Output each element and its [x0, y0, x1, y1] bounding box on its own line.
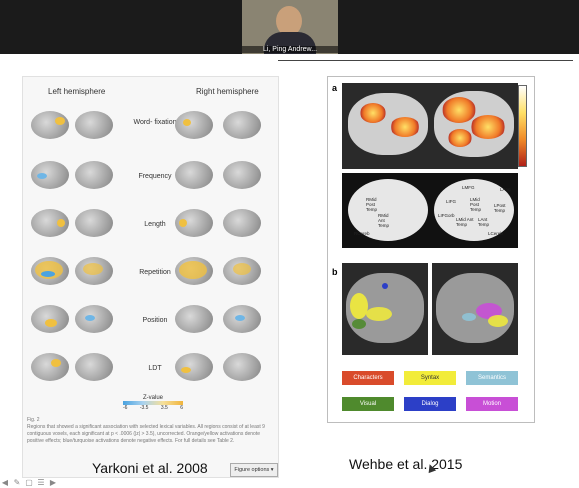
brain-lh-lateral	[31, 209, 69, 237]
figure-caption: Fig. 2 Regions that showed a significant…	[27, 417, 273, 445]
right-hemisphere-title: Right hemisphere	[196, 87, 259, 96]
legend-syntax: Syntax	[404, 371, 456, 385]
visual-activation	[352, 319, 366, 329]
syntax-activation	[366, 307, 392, 321]
menu-icon[interactable]: ☰	[36, 478, 46, 488]
row-label: Frequency	[138, 173, 172, 180]
brain-rh-medial	[223, 111, 261, 139]
zvalue-colorbar: Z-value -6 -3.5 3.5 6	[123, 395, 183, 411]
row-repetition: Repetition	[23, 251, 278, 297]
tick-label: -6	[123, 405, 128, 411]
zvalue-ticks: -6 -3.5 3.5 6	[123, 405, 183, 411]
panel-a-atlas: LMFG LIFG LMid Post Temp LMid Ant Temp L…	[342, 173, 518, 248]
region-label: LCereb	[488, 231, 503, 236]
brain-lh-lateral	[31, 111, 69, 139]
brain-lh-lateral	[31, 353, 69, 381]
yarkoni-figure: Left hemisphere Right hemisphere Word- f…	[22, 76, 279, 478]
row-ldt: LDT	[23, 347, 278, 393]
panel-b-brain-right	[432, 263, 518, 355]
yarkoni-reference: Yarkoni et al. 2008	[92, 460, 208, 476]
panel-b-brain-left	[342, 263, 428, 355]
semantics-activation	[462, 313, 476, 321]
figure-options-button[interactable]: Figure options ▾	[230, 463, 278, 477]
brain-rh-medial	[223, 257, 261, 285]
row-word-fixation: Word- fixation	[23, 105, 278, 151]
row-label: LDT	[148, 365, 162, 372]
participant-name: Li, Ping Andrew...	[242, 46, 338, 53]
region-label: LMFG	[462, 185, 475, 190]
wehbe-figure: a LMFG LIFG LMid Post Temp LMid Ant Temp…	[327, 76, 535, 423]
region-label: LMid Ant Temp	[456, 217, 474, 227]
participant-video-tile[interactable]: Li, Ping Andrew...	[242, 0, 338, 54]
syntax-activation	[488, 315, 508, 327]
brain-lh-medial	[75, 353, 113, 381]
panel-a-heatmap	[342, 83, 518, 169]
row-label: Length	[144, 221, 166, 228]
region-label: LAng	[500, 187, 511, 192]
brain-rh-lateral	[175, 161, 213, 189]
activation-blob	[442, 97, 476, 123]
activation-blob	[470, 115, 506, 139]
row-length: Length	[23, 203, 278, 249]
region-label: LPost Temp	[494, 203, 506, 213]
left-hemisphere-title: Left hemisphere	[48, 87, 106, 96]
brain-rh-medial	[223, 305, 261, 333]
legend-motion: Motion	[466, 397, 518, 411]
tick-label: -3.5	[139, 405, 149, 411]
region-label: RMid Post Temp	[366, 197, 378, 212]
brain-lh-lateral	[31, 305, 69, 333]
brain-rh-medial	[223, 161, 261, 189]
brain-rh-medial	[223, 209, 261, 237]
activation-blob	[390, 117, 420, 137]
brain-rh-lateral	[175, 305, 213, 333]
activation-blob	[360, 103, 386, 123]
dialog-activation	[382, 283, 388, 289]
row-label: Repetition	[139, 269, 171, 276]
legend-dialog: Dialog	[404, 397, 456, 411]
brain-view	[436, 273, 514, 343]
brain-lh-medial	[75, 111, 113, 139]
region-label: LIFGorb	[438, 213, 455, 218]
region-label: RCereb	[354, 231, 370, 236]
wehbe-reference: Wehbe et al. 2015	[349, 456, 463, 472]
brain-lh-medial	[75, 257, 113, 285]
panel-b-label: b	[332, 267, 338, 277]
row-label: Position	[142, 317, 168, 324]
legend-semantics: Semantics	[466, 371, 518, 385]
region-label: LAnt Temp	[478, 217, 490, 227]
meeting-top-bar: Li, Ping Andrew...	[0, 0, 579, 54]
legend-visual: Visual	[342, 397, 394, 411]
region-label: LMid Post Temp	[470, 197, 482, 212]
arrow-left-icon[interactable]: ◀	[0, 478, 10, 488]
panel-a-colorbar	[518, 85, 527, 167]
tick-label: 3.5	[160, 405, 168, 411]
row-position: Position	[23, 299, 278, 345]
slide-divider-line	[278, 60, 573, 61]
region-label: LIFG	[446, 199, 457, 204]
brain-lh-medial	[75, 305, 113, 333]
activation-blob	[448, 129, 472, 147]
brain-lh-medial	[75, 209, 113, 237]
legend-characters: Characters	[342, 371, 394, 385]
arrow-right-icon[interactable]: ▶	[48, 478, 58, 488]
brain-rh-medial	[223, 353, 261, 381]
brain-rh-lateral	[175, 257, 213, 285]
brain-rh-lateral	[175, 209, 213, 237]
caption-text: Regions that showed a significant associ…	[27, 424, 265, 444]
brain-lh-lateral	[31, 257, 69, 285]
brain-lh-medial	[75, 161, 113, 189]
tick-label: 6	[180, 405, 183, 411]
brain-rh-lateral	[175, 353, 213, 381]
brain-lh-lateral	[31, 161, 69, 189]
panel-a-label: a	[332, 83, 338, 93]
square-icon[interactable]: ▢	[24, 478, 34, 488]
caption-label: Fig. 2	[27, 417, 40, 423]
row-label: Word- fixation	[133, 119, 177, 126]
annotation-toolbar: ◀ ✎ ▢ ☰ ▶	[0, 478, 70, 488]
row-frequency: Frequency	[23, 155, 278, 201]
pen-icon[interactable]: ✎	[12, 478, 22, 488]
region-label: RMid Ant Temp	[378, 213, 390, 228]
brain-rh-lateral	[175, 111, 213, 139]
